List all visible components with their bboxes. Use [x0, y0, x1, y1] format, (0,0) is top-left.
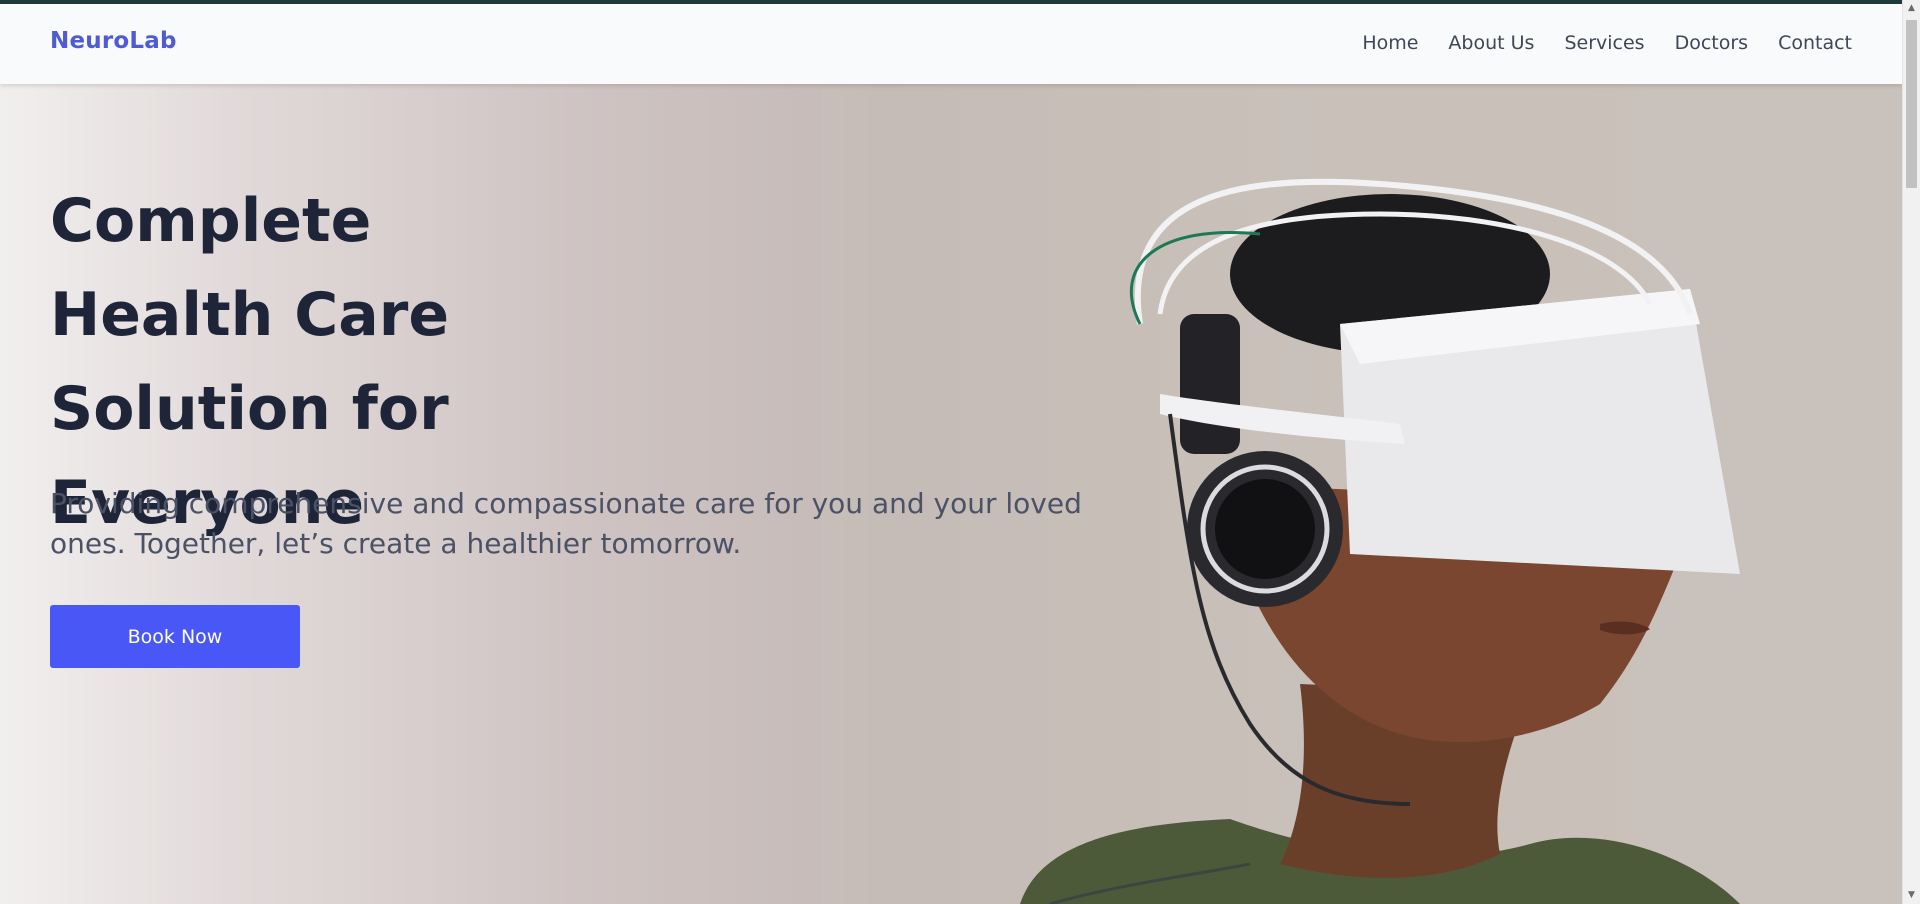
- scroll-down-arrow-icon[interactable]: ▼: [1903, 887, 1920, 904]
- nav-home[interactable]: Home: [1362, 32, 1418, 54]
- book-now-button[interactable]: Book Now: [50, 605, 300, 668]
- nav-about-us[interactable]: About Us: [1448, 32, 1534, 54]
- scroll-up-arrow-icon[interactable]: ▲: [1903, 0, 1920, 17]
- hero-section: Complete Health Care Solution for Everyo…: [0, 84, 1902, 904]
- page-scrollbar[interactable]: ▲ ▼: [1902, 0, 1920, 904]
- nav-doctors[interactable]: Doctors: [1675, 32, 1749, 54]
- scrollbar-thumb[interactable]: [1906, 20, 1917, 188]
- navbar: NeuroLab Home About Us Services Doctors …: [0, 4, 1902, 84]
- nav-contact[interactable]: Contact: [1778, 32, 1852, 54]
- hero-subtitle: Providing comprehensive and compassionat…: [50, 487, 1082, 560]
- brand-logo[interactable]: NeuroLab: [50, 28, 177, 54]
- main-nav: Home About Us Services Doctors Contact: [1362, 32, 1852, 54]
- nav-services[interactable]: Services: [1564, 32, 1644, 54]
